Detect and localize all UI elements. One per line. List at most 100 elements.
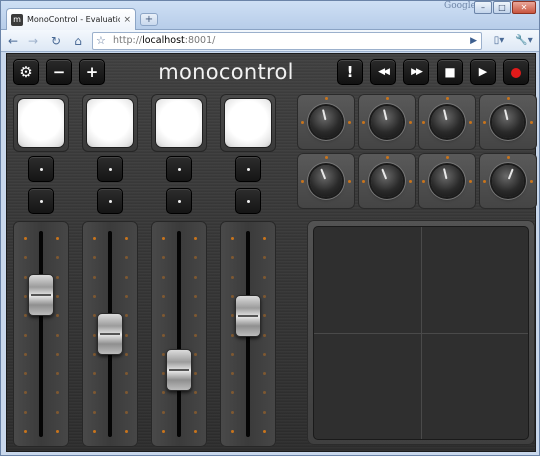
rotary-knob-6[interactable] [371,165,403,197]
channel-3-button-1[interactable] [166,156,192,182]
fader-tick [162,333,165,337]
knob-cell-6 [358,153,416,209]
channel-1-button-1[interactable] [28,156,54,182]
xy-pad-frame [307,220,535,445]
home-icon[interactable]: ⌂ [69,32,87,50]
minimize-button[interactable]: – [474,1,492,14]
fader-tick [125,372,128,376]
fader-tick [263,294,266,298]
bookmark-star-icon[interactable]: ☆ [96,33,106,49]
xy-pad[interactable] [313,226,529,440]
minus-button[interactable]: − [46,59,72,85]
trigger-pad-4[interactable] [225,99,271,147]
fader-tick [24,372,27,376]
new-tab-button[interactable]: + [140,13,158,26]
fader-track-1[interactable] [39,231,43,437]
fader-tick [56,352,59,356]
settings-button[interactable]: ⚙ [13,59,39,85]
knob-scale-dot [422,180,425,183]
fader-panel-2 [82,221,138,447]
fader-panel-1 [13,221,69,447]
knob-cell-4 [479,94,537,150]
fader-tick [56,372,59,376]
close-window-button[interactable]: ✕ [512,1,536,14]
knob-scale-dot [530,180,533,183]
fader-tick [125,410,128,414]
rewind-button[interactable]: ◀◀ [370,59,396,85]
channel-1-button-2[interactable] [28,188,54,214]
rotary-knob-4[interactable] [492,106,524,138]
stop-icon: ■ [444,65,456,79]
knob-scale-dot [386,97,389,100]
monocontrol-app: ⚙ − + monocontrol ! ◀◀ ▶▶ ■ ▶ [6,53,537,452]
record-button[interactable] [503,59,529,85]
fader-tick [93,372,96,376]
rotary-knob-8[interactable] [492,165,524,197]
fader-cap-4[interactable] [235,294,261,337]
knob-scale-dot [386,156,389,159]
rotary-knob-7[interactable] [431,165,463,197]
plus-icon: + [85,63,99,81]
forward-icon[interactable]: → [24,32,42,50]
plus-button[interactable]: + [79,59,105,85]
fader-cap-3[interactable] [166,349,192,392]
channel-2-button-1[interactable] [97,156,123,182]
knob-pointer [507,168,514,180]
fader-tick [194,430,197,433]
trigger-pad-2[interactable] [87,99,133,147]
fader-cap-1[interactable] [28,273,54,316]
knob-cell-7 [418,153,476,209]
button-dot-icon [109,168,112,171]
maximize-button[interactable]: □ [493,1,511,14]
channel-4-button-1[interactable] [235,156,261,182]
channel-4-button-2[interactable] [235,188,261,214]
fast-forward-button[interactable]: ▶▶ [403,59,429,85]
fader-panel-3 [151,221,207,447]
knob-scale-dot [409,121,412,124]
back-icon[interactable]: ← [4,32,22,50]
trigger-pad-1[interactable] [18,99,64,147]
fader-tick [125,333,128,337]
fader-tick [56,275,59,279]
fader-tick [24,430,27,433]
app-topbar: ⚙ − + monocontrol ! ◀◀ ▶▶ ■ ▶ [7,54,535,90]
channel-2-button-2[interactable] [97,188,123,214]
rotary-knob-1[interactable] [310,106,342,138]
fader-tick [93,275,96,279]
tab-close-icon[interactable]: × [123,15,131,25]
minus-icon: − [52,63,66,81]
fader-tick [194,391,197,395]
play-icon: ▶ [478,65,488,78]
knob-cell-1 [297,94,355,150]
rotary-knob-2[interactable] [371,106,403,138]
reload-icon[interactable]: ↻ [47,32,65,50]
rotary-knob-3[interactable] [431,106,463,138]
play-button[interactable]: ▶ [470,59,496,85]
fader-tick [194,314,197,318]
fader-track-3[interactable] [177,231,181,437]
page-menu-icon[interactable]: ▯▾ [488,32,510,50]
alert-button[interactable]: ! [337,59,363,85]
gear-icon: ⚙ [19,63,33,81]
fader-cap-2[interactable] [97,313,123,355]
fast-forward-icon: ▶▶ [411,67,423,77]
fader-tick [56,430,59,433]
app-logo: monocontrol [158,60,294,84]
button-dot-icon [109,200,112,203]
knob-scale-dot [469,180,472,183]
knob-scale-dot [362,180,365,183]
fader-tick [24,314,27,318]
knob-cell-5 [297,153,355,209]
browser-tab[interactable]: m MonoControl - Evaluation V... × [6,8,136,30]
tools-menu-icon[interactable]: 🔧▾ [512,32,536,50]
rotary-knob-5[interactable] [310,165,342,197]
knob-scale-dot [422,121,425,124]
pad-cell-2 [82,94,138,152]
address-bar[interactable]: ☆ http://localhost:8001/ ▶ [92,32,482,50]
fader-tick [194,275,197,279]
stop-button[interactable]: ■ [437,59,463,85]
go-icon[interactable]: ▶ [470,33,477,49]
trigger-pad-3[interactable] [156,99,202,147]
exclamation-icon: ! [346,63,354,81]
channel-3-button-2[interactable] [166,188,192,214]
